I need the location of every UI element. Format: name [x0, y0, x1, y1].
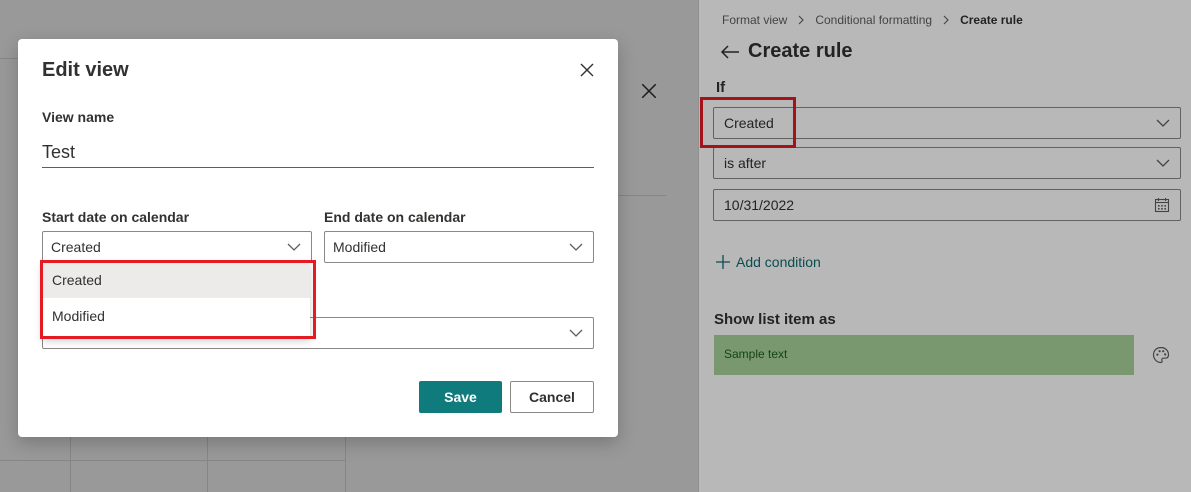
start-date-value: Created: [51, 239, 101, 255]
view-name-label: View name: [42, 109, 115, 125]
start-date-label: Start date on calendar: [42, 209, 190, 225]
end-date-value: Modified: [333, 239, 386, 255]
close-icon[interactable]: [579, 62, 595, 78]
end-date-label: End date on calendar: [324, 209, 466, 225]
chevron-down-icon: [569, 243, 583, 251]
chevron-down-icon: [569, 329, 583, 337]
edit-view-dialog: Edit view View name Test Start date on c…: [18, 39, 618, 437]
save-button[interactable]: Save: [419, 381, 502, 413]
panel-dim-overlay: [698, 0, 1191, 492]
chevron-down-icon: [287, 243, 301, 251]
dialog-title: Edit view: [42, 59, 129, 81]
cancel-button[interactable]: Cancel: [510, 381, 594, 413]
end-date-dropdown[interactable]: Modified: [324, 231, 594, 263]
view-name-input[interactable]: Test: [42, 136, 594, 168]
highlight-box: [40, 260, 316, 339]
start-date-dropdown[interactable]: Created: [42, 231, 312, 263]
